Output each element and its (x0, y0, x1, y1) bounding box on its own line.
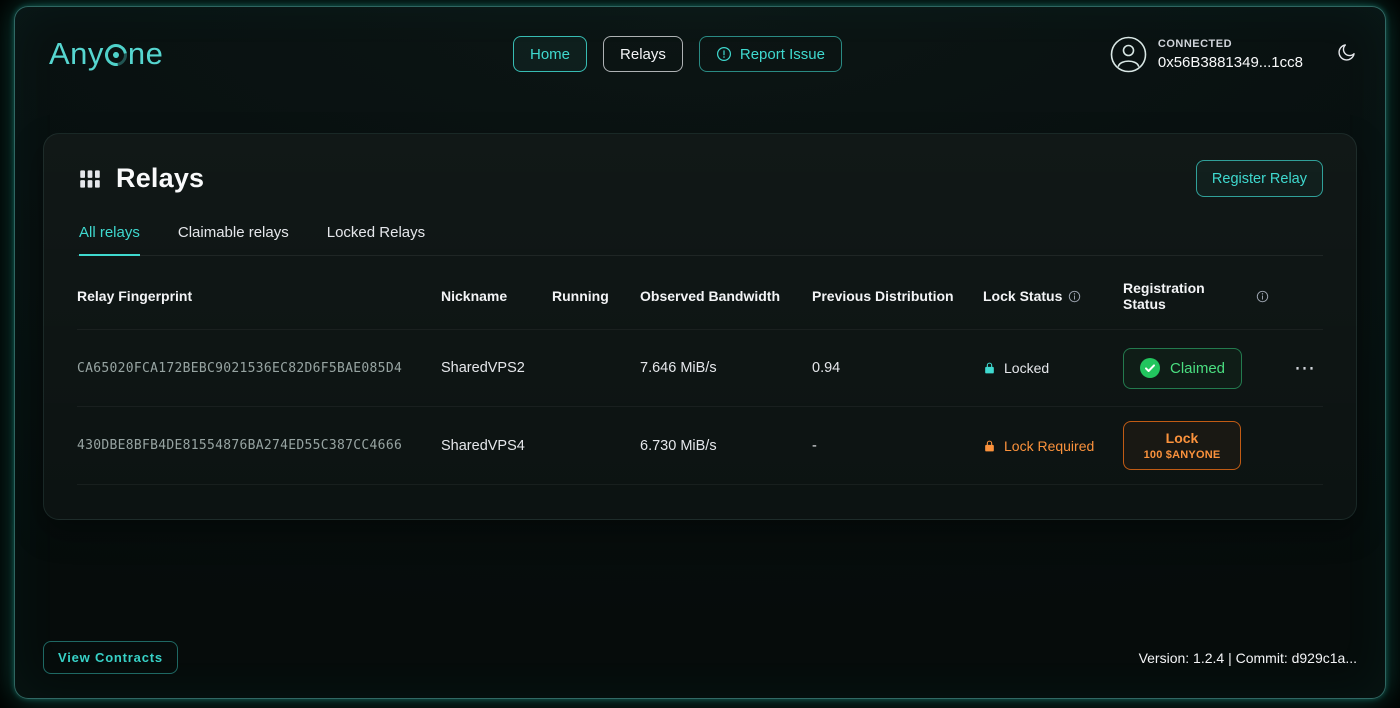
claimed-label: Claimed (1170, 360, 1225, 377)
lock-button-amount: 100 $ANYONE (1144, 449, 1221, 461)
nav-right: CONNECTED 0x56B3881349...1cc8 (1110, 36, 1357, 73)
wallet-connection-status: CONNECTED (1158, 38, 1303, 50)
relay-nickname: SharedVPS2 (441, 360, 552, 376)
running-cell (552, 437, 640, 455)
lock-button-label: Lock (1166, 430, 1199, 446)
observed-bandwidth: 6.730 MiB/s (640, 438, 812, 454)
more-options-button[interactable]: ⋯ (1288, 356, 1323, 381)
relay-fingerprint: CA65020FCA172BEBC9021536EC82D6F5BAE085D4 (77, 361, 441, 376)
nav-links: Home Relays Report Issue (513, 36, 842, 72)
lock-status-info-icon[interactable] (1068, 290, 1081, 303)
lock-status-header-label: Lock Status (983, 288, 1062, 304)
claimed-button[interactable]: Claimed (1123, 348, 1242, 389)
app-page: Anyne Home Relays Report Issue (14, 6, 1386, 699)
report-issue-icon (716, 46, 732, 62)
logo-o-icon (101, 40, 132, 71)
relays-card-header: Relays Register Relay (77, 160, 1323, 197)
lock-status-label: Lock Required (1004, 438, 1094, 454)
report-issue-button[interactable]: Report Issue (699, 36, 842, 72)
page-footer: View Contracts Version: 1.2.4 | Commit: … (43, 641, 1357, 698)
col-header-nickname: Nickname (441, 288, 552, 304)
title-group: Relays (77, 163, 204, 194)
row-actions: ⋯ (1269, 356, 1323, 381)
running-cell (552, 359, 640, 377)
account-avatar-icon (1110, 36, 1147, 73)
lock-status-cell: Locked (983, 360, 1123, 376)
lock-status-cell: Lock Required (983, 438, 1123, 454)
version-info: Version: 1.2.4 | Commit: d929c1a... (1139, 650, 1357, 666)
nav-relays-button[interactable]: Relays (603, 36, 683, 72)
col-header-running: Running (552, 288, 640, 304)
logo-text-post: ne (128, 36, 163, 72)
logo-text-pre: Any (49, 36, 104, 72)
wallet-info: CONNECTED 0x56B3881349...1cc8 (1158, 38, 1303, 71)
grid-icon (77, 166, 103, 192)
lock-icon (983, 439, 996, 453)
registration-status-cell: Claimed (1123, 348, 1269, 389)
register-relay-button[interactable]: Register Relay (1196, 160, 1323, 197)
col-header-observed-bandwidth: Observed Bandwidth (640, 288, 812, 304)
registration-status-info-icon[interactable] (1256, 290, 1269, 303)
previous-distribution: 0.94 (812, 360, 983, 376)
view-contracts-button[interactable]: View Contracts (43, 641, 178, 674)
relay-fingerprint: 430DBE8BFB4DE81554876BA274ED55C387CC4666 (77, 438, 441, 453)
table-row: 430DBE8BFB4DE81554876BA274ED55C387CC4666… (77, 407, 1323, 485)
anyone-logo[interactable]: Anyne (49, 36, 163, 72)
relays-card: Relays Register Relay All relays Claimab… (43, 133, 1357, 520)
observed-bandwidth: 7.646 MiB/s (640, 360, 812, 376)
page-title: Relays (116, 163, 204, 194)
report-issue-label: Report Issue (740, 46, 825, 63)
tab-claimable-relays[interactable]: Claimable relays (178, 224, 289, 255)
moon-icon (1336, 42, 1357, 66)
relay-nickname: SharedVPS4 (441, 438, 552, 454)
relay-tabs: All relays Claimable relays Locked Relay… (77, 224, 1323, 256)
lock-status-label: Locked (1004, 360, 1049, 376)
col-header-registration-status: Registration Status (1123, 280, 1269, 312)
tab-all-relays[interactable]: All relays (79, 224, 140, 256)
previous-distribution: - (812, 438, 983, 454)
tab-locked-relays[interactable]: Locked Relays (327, 224, 425, 255)
col-header-previous-distribution: Previous Distribution (812, 288, 983, 304)
nav-home-button[interactable]: Home (513, 36, 587, 72)
lock-icon (983, 361, 996, 375)
relay-table-header: Relay Fingerprint Nickname Running Obser… (77, 256, 1323, 330)
registration-status-header-label: Registration Status (1123, 280, 1250, 312)
lock-relay-button[interactable]: Lock 100 $ANYONE (1123, 421, 1241, 470)
navbar: Anyne Home Relays Report Issue (43, 7, 1357, 101)
col-header-lock-status: Lock Status (983, 288, 1123, 304)
registration-status-cell: Lock 100 $ANYONE (1123, 421, 1269, 470)
wallet-address: 0x56B3881349...1cc8 (1158, 54, 1303, 71)
table-row: CA65020FCA172BEBC9021536EC82D6F5BAE085D4… (77, 330, 1323, 407)
theme-toggle-button[interactable] (1336, 42, 1357, 66)
check-circle-icon (1140, 358, 1160, 378)
col-header-relay-fingerprint: Relay Fingerprint (77, 288, 441, 304)
wallet-button[interactable]: CONNECTED 0x56B3881349...1cc8 (1110, 36, 1303, 73)
